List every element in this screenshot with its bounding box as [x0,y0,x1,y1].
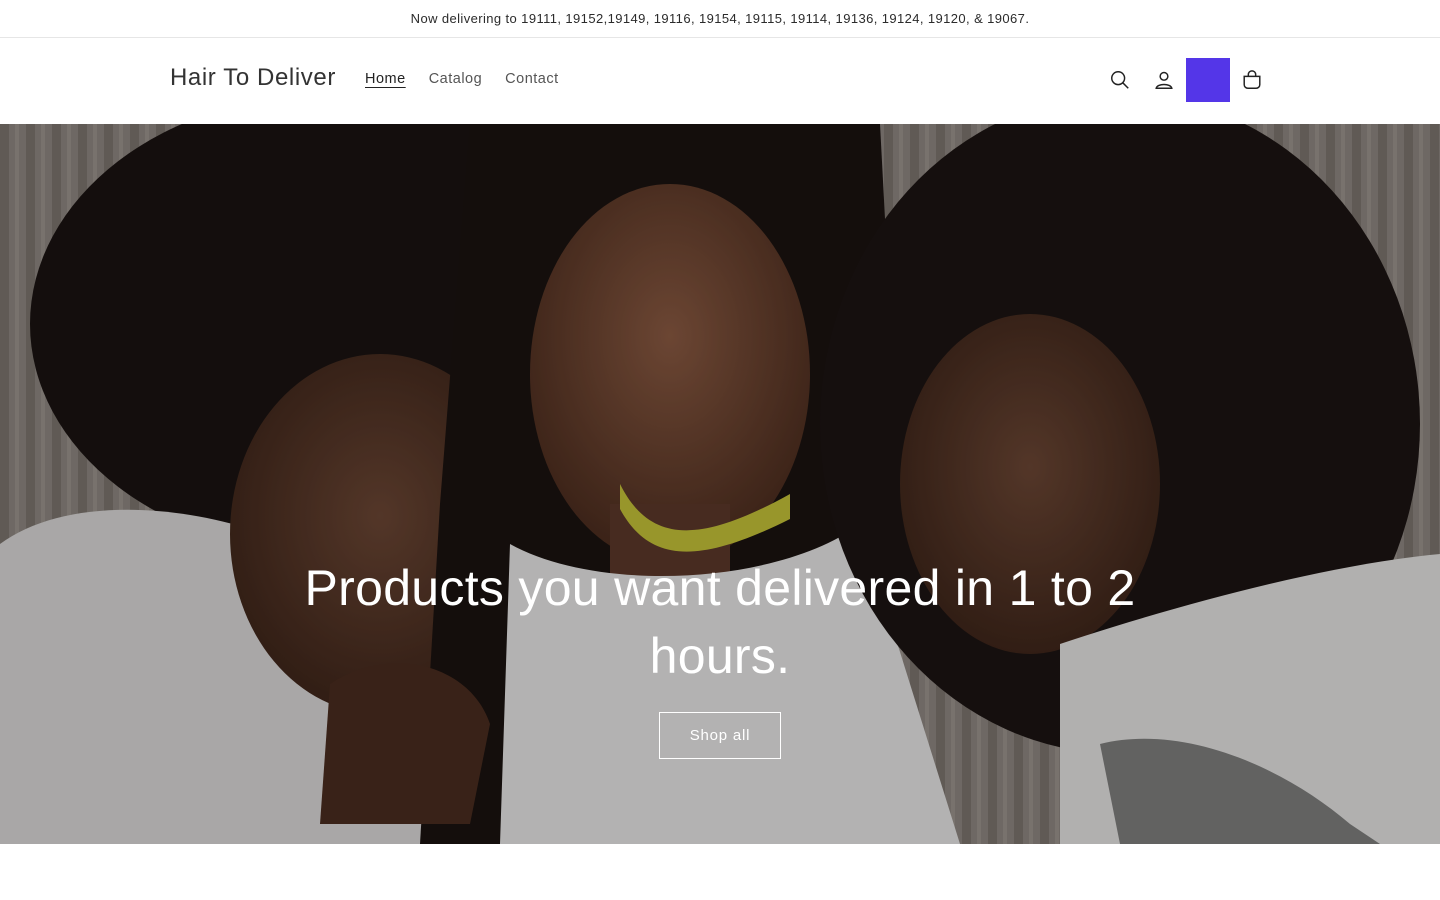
hero-banner: Products you want delivered in 1 to 2 ho… [0,124,1440,844]
nav-link-contact[interactable]: Contact [505,71,558,87]
cart-icon [1243,70,1261,89]
accent-highlight-box[interactable] [1186,58,1230,102]
site-header: Hair To Deliver Home Catalog Contact [0,38,1440,124]
nav-link-home[interactable]: Home [365,71,406,87]
shop-all-button[interactable]: Shop all [659,712,781,759]
announcement-bar: Now delivering to 19111, 19152,19149, 19… [0,0,1440,38]
search-icon [1111,71,1129,89]
hero-content: Products you want delivered in 1 to 2 ho… [300,554,1140,759]
header-icons [1098,58,1274,102]
cart-button[interactable] [1230,58,1274,102]
nav-link-catalog[interactable]: Catalog [429,71,482,87]
brand-logo-link[interactable]: Hair To Deliver [170,64,336,92]
main-nav: Home Catalog Contact [365,71,582,87]
account-icon [1155,71,1173,89]
announcement-text: Now delivering to 19111, 19152,19149, 19… [410,11,1030,26]
hero-title: Products you want delivered in 1 to 2 ho… [304,560,1136,684]
search-button[interactable] [1098,58,1142,102]
account-button[interactable] [1142,58,1186,102]
